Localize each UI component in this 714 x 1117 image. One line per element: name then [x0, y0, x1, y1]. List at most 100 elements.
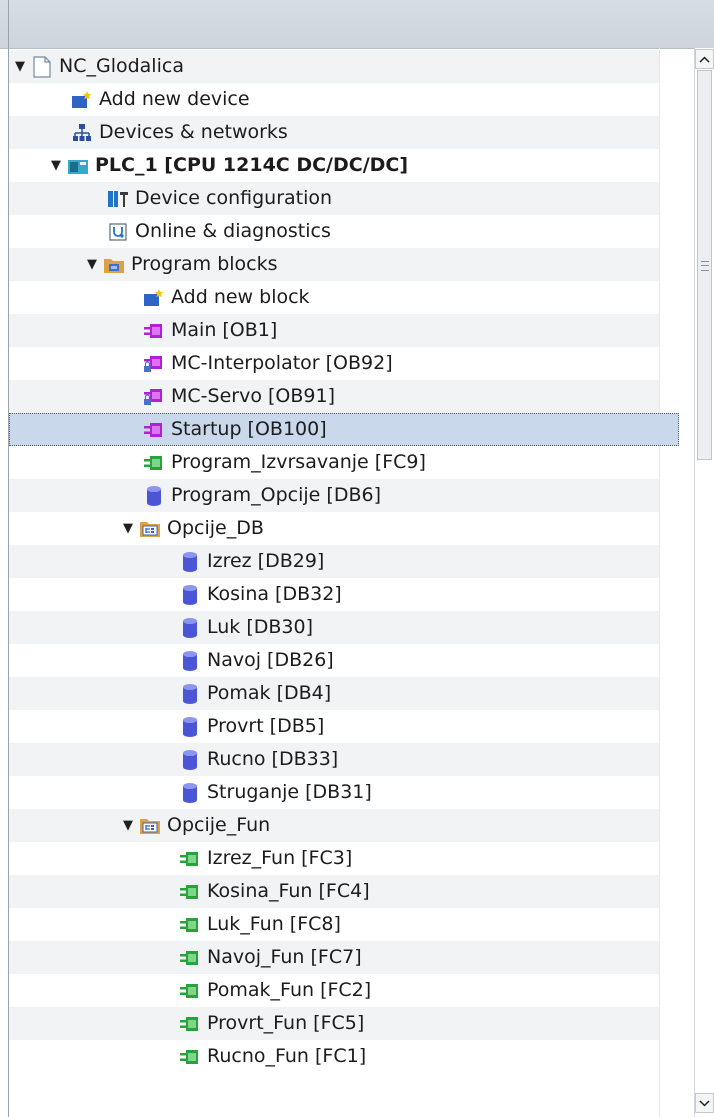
expand-caret-icon[interactable]: ▼ [121, 521, 135, 536]
tree-item-label: Struganje [DB31] [207, 781, 372, 803]
tree-item-label: Luk [DB30] [207, 616, 314, 638]
db-block-icon [179, 749, 201, 771]
tree-item-mc-servo[interactable]: MC-Servo [OB91] [9, 380, 659, 413]
tree-item-label: Navoj [DB26] [207, 649, 334, 671]
db-block-icon [179, 650, 201, 672]
tree-item-add-new-device[interactable]: Add new device [9, 83, 659, 116]
fc-block-icon [179, 980, 201, 1002]
tree-item-label: Pomak [DB4] [207, 682, 332, 704]
expand-caret-icon[interactable]: ▼ [13, 59, 27, 74]
tree-item-add-new-block[interactable]: Add new block [9, 281, 659, 314]
tree-item-label: Izrez_Fun [FC3] [207, 847, 353, 869]
ob-locked-block-icon [143, 386, 165, 408]
tree-item-label: MC-Interpolator [OB92] [171, 352, 393, 374]
fc-block-icon [179, 848, 201, 870]
tree-item-rucno-fun[interactable]: Rucno_Fun [FC1] [9, 1040, 659, 1073]
expand-caret-icon[interactable]: ▼ [121, 818, 135, 833]
tree-item-label: Provrt_Fun [FC5] [207, 1012, 365, 1034]
device-config-icon [107, 188, 129, 210]
fc-block-icon [179, 947, 201, 969]
tree-item-label: Devices & networks [99, 121, 288, 143]
fc-block-icon [143, 452, 165, 474]
tree-item-project[interactable]: ▼ NC_Glodalica [9, 50, 659, 83]
tree-item-kosina-fun[interactable]: Kosina_Fun [FC4] [9, 875, 659, 908]
tree-item-navoj-fun[interactable]: Navoj_Fun [FC7] [9, 941, 659, 974]
tree-item-label: NC_Glodalica [59, 55, 184, 77]
tree-item-label: Provrt [DB5] [207, 715, 325, 737]
folder-blocks-icon [103, 254, 125, 276]
tree-item-label: Program_Izvrsavanje [FC9] [171, 451, 426, 473]
ob-locked-block-icon [143, 353, 165, 375]
db-block-icon [179, 584, 201, 606]
scroll-down-button[interactable] [695, 1093, 714, 1113]
tree-item-opcije-fun[interactable]: ▼ Opcije_Fun [9, 809, 659, 842]
tree-item-pomak-db[interactable]: Pomak [DB4] [9, 677, 659, 710]
db-block-icon [179, 683, 201, 705]
tree-item-label: Luk_Fun [FC8] [207, 913, 341, 935]
tree-item-label: Startup [OB100] [171, 418, 327, 440]
tree-item-label: Opcije_Fun [167, 814, 271, 836]
tree-item-program-izvrsavanje[interactable]: Program_Izvrsavanje [FC9] [9, 446, 659, 479]
fc-block-icon [179, 914, 201, 936]
tree-item-device-configuration[interactable]: Device configuration [9, 182, 659, 215]
tree-item-startup-ob100[interactable]: Startup [OB100] [9, 413, 679, 446]
tree-item-label: Add new device [99, 88, 250, 110]
expand-caret-icon[interactable]: ▼ [49, 158, 63, 173]
tree-item-main-ob1[interactable]: Main [OB1] [9, 314, 659, 347]
tree-item-label: Opcije_DB [167, 517, 264, 539]
group-folder-icon [139, 815, 161, 837]
diagnostics-icon [107, 221, 129, 243]
scroll-up-button[interactable] [695, 49, 714, 69]
tree-item-label: Kosina_Fun [FC4] [207, 880, 370, 902]
tree-item-program-blocks[interactable]: ▼ Program blocks [9, 248, 659, 281]
vertical-scrollbar[interactable] [694, 48, 714, 1117]
tree-item-label: Rucno [DB33] [207, 748, 339, 770]
tree-item-program-opcije[interactable]: Program_Opcije [DB6] [9, 479, 659, 512]
tree-item-devices-networks[interactable]: Devices & networks [9, 116, 659, 149]
tree-item-pomak-fun[interactable]: Pomak_Fun [FC2] [9, 974, 659, 1007]
tree-item-online-diagnostics[interactable]: Online & diagnostics [9, 215, 659, 248]
tree-item-label: MC-Servo [OB91] [171, 385, 335, 407]
tree-item-provrt-fun[interactable]: Provrt_Fun [FC5] [9, 1007, 659, 1040]
fc-block-icon [179, 1046, 201, 1068]
tree-item-label: Navoj_Fun [FC7] [207, 946, 362, 968]
fc-block-icon [179, 881, 201, 903]
chevron-down-icon [699, 1099, 710, 1107]
db-block-icon [179, 617, 201, 639]
tree-item-luk-fun[interactable]: Luk_Fun [FC8] [9, 908, 659, 941]
tree-item-rucno-db[interactable]: Rucno [DB33] [9, 743, 659, 776]
tree-item-opcije-db[interactable]: ▼ Opcije_DB [9, 512, 659, 545]
db-block-icon [179, 716, 201, 738]
tree-item-label: Program_Opcije [DB6] [171, 484, 381, 506]
tree-item-label: Rucno_Fun [FC1] [207, 1045, 367, 1067]
chevron-up-icon [699, 55, 710, 63]
tree-item-izrez-fun[interactable]: Izrez_Fun [FC3] [9, 842, 659, 875]
tree-item-label: Kosina [DB32] [207, 583, 342, 605]
grip-icon [701, 261, 709, 271]
tree-item-provrt-db[interactable]: Provrt [DB5] [9, 710, 659, 743]
tree-item-navoj-db[interactable]: Navoj [DB26] [9, 644, 659, 677]
tree-item-plc[interactable]: ▼ PLC_1 [CPU 1214C DC/DC/DC] [9, 149, 659, 182]
expand-caret-icon[interactable]: ▼ [85, 257, 99, 272]
tree-item-izrez-db[interactable]: Izrez [DB29] [9, 545, 659, 578]
tree-item-kosina-db[interactable]: Kosina [DB32] [9, 578, 659, 611]
fc-block-icon [179, 1013, 201, 1035]
tree-item-mc-interpolator[interactable]: MC-Interpolator [OB92] [9, 347, 659, 380]
tree-item-struganje-db[interactable]: Struganje [DB31] [9, 776, 659, 809]
tree-item-label: PLC_1 [CPU 1214C DC/DC/DC] [95, 154, 409, 176]
ob-block-icon [143, 320, 165, 342]
group-folder-icon [139, 518, 161, 540]
tree-item-label: Izrez [DB29] [207, 550, 325, 572]
tree-item-luk-db[interactable]: Luk [DB30] [9, 611, 659, 644]
network-icon [71, 122, 93, 144]
scroll-thumb[interactable] [697, 70, 712, 460]
tree-item-label: Main [OB1] [171, 319, 278, 341]
tree-item-label: Pomak_Fun [FC2] [207, 979, 372, 1001]
tree-item-label: Device configuration [135, 187, 333, 209]
db-block-icon [143, 485, 165, 507]
tree-item-label: Program blocks [131, 253, 278, 275]
db-block-icon [179, 551, 201, 573]
project-icon [31, 55, 53, 78]
tree-item-label: Online & diagnostics [135, 220, 331, 242]
project-tree: ▼ NC_Glodalica Add new device Devices & … [9, 50, 679, 1117]
